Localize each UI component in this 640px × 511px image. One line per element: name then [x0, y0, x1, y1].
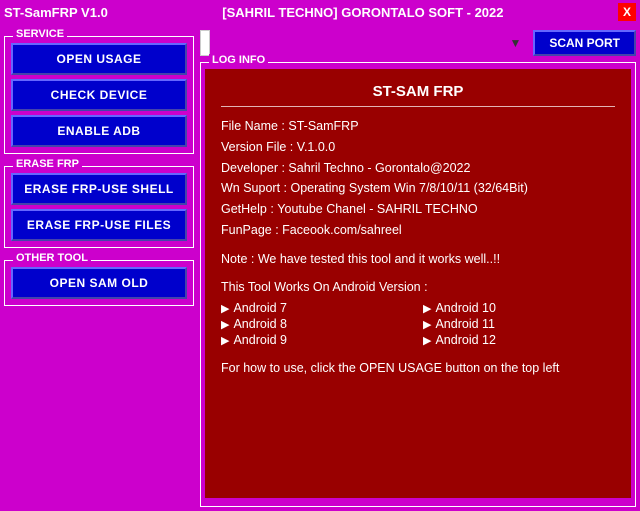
- get-help-label: GetHelp :: [221, 202, 274, 216]
- file-name-value: ST-SamFRP: [288, 119, 358, 133]
- other-tool-group: OTHER TOOL OPEN SAM OLD: [4, 260, 194, 306]
- android-grid: ▶ Android 7 ▶ Android 10 ▶ Android 8 ▶: [221, 301, 615, 347]
- android-label-2: Android 8: [233, 317, 287, 331]
- left-panel: SERVICE OPEN USAGE CHECK DEVICE ENABLE A…: [4, 28, 194, 507]
- log-content: ST-SAM FRP File Name : ST-SamFRP Version…: [205, 69, 631, 498]
- android-item-2: ▶ Android 8: [221, 317, 413, 331]
- note-section: Note : We have tested this tool and it w…: [221, 250, 615, 269]
- log-divider: [221, 106, 615, 107]
- erase-frp-group-label: ERASE FRP: [13, 158, 82, 170]
- log-version-file: Version File : V.1.0.0: [221, 138, 615, 157]
- fun-page-label: FunPage :: [221, 223, 279, 237]
- android-item-1: ▶ Android 10: [423, 301, 615, 315]
- version-file-label: Version File :: [221, 140, 293, 154]
- open-sam-old-button[interactable]: OPEN SAM OLD: [11, 267, 187, 299]
- scan-port-button[interactable]: SCAN PORT: [533, 30, 636, 56]
- main-container: SERVICE OPEN USAGE CHECK DEVICE ENABLE A…: [0, 24, 640, 511]
- android-title: This Tool Works On Android Version :: [221, 278, 615, 297]
- log-developer: Developer : Sahril Techno - Gorontalo@20…: [221, 159, 615, 178]
- android-item-5: ▶ Android 12: [423, 333, 615, 347]
- log-wn-suport: Wn Suport : Operating System Win 7/8/10/…: [221, 179, 615, 198]
- android-item-4: ▶ Android 9: [221, 333, 413, 347]
- open-usage-button[interactable]: OPEN USAGE: [11, 43, 187, 75]
- arrow-icon-0: ▶: [221, 302, 229, 315]
- android-label-5: Android 12: [435, 333, 495, 347]
- android-label-0: Android 7: [233, 301, 287, 315]
- right-panel: ▼ SCAN PORT LOG INFO ST-SAM FRP File Nam…: [200, 28, 636, 507]
- log-info-group: LOG INFO ST-SAM FRP File Name : ST-SamFR…: [200, 62, 636, 507]
- android-label-1: Android 10: [435, 301, 495, 315]
- android-label-3: Android 11: [435, 317, 495, 331]
- port-select[interactable]: [200, 30, 210, 56]
- arrow-icon-1: ▶: [423, 302, 431, 315]
- file-name-label: File Name :: [221, 119, 285, 133]
- service-group: SERVICE OPEN USAGE CHECK DEVICE ENABLE A…: [4, 36, 194, 154]
- title-bar-center: [SAHRIL TECHNO] GORONTALO SOFT - 2022: [108, 5, 618, 20]
- get-help-value: Youtube Chanel - SAHRIL TECHNO: [277, 202, 477, 216]
- android-label-4: Android 9: [233, 333, 287, 347]
- port-select-wrapper: ▼: [200, 30, 527, 56]
- log-info-label: LOG INFO: [209, 54, 268, 66]
- other-tool-group-label: OTHER TOOL: [13, 252, 91, 264]
- title-bar-left: ST-SamFRP V1.0: [4, 5, 108, 20]
- erase-frp-group: ERASE FRP ERASE FRP-USE SHELL ERASE FRP-…: [4, 166, 194, 248]
- log-get-help: GetHelp : Youtube Chanel - SAHRIL TECHNO: [221, 200, 615, 219]
- service-group-label: SERVICE: [13, 28, 67, 40]
- close-button[interactable]: X: [618, 3, 636, 21]
- title-bar: ST-SamFRP V1.0 [SAHRIL TECHNO] GORONTALO…: [0, 0, 640, 24]
- log-fun-page: FunPage : Faceook.com/sahreel: [221, 221, 615, 240]
- arrow-icon-2: ▶: [221, 318, 229, 331]
- dropdown-arrow-icon: ▼: [509, 36, 521, 50]
- arrow-icon-4: ▶: [221, 334, 229, 347]
- log-file-name: File Name : ST-SamFRP: [221, 117, 615, 136]
- note-text: Note : We have tested this tool and it w…: [221, 250, 615, 269]
- developer-value: Sahril Techno - Gorontalo@2022: [288, 161, 470, 175]
- footer-note: For how to use, click the OPEN USAGE but…: [221, 359, 615, 378]
- android-section: This Tool Works On Android Version : ▶ A…: [221, 278, 615, 347]
- developer-label: Developer :: [221, 161, 285, 175]
- android-item-3: ▶ Android 11: [423, 317, 615, 331]
- version-file-value: V.1.0.0: [297, 140, 335, 154]
- erase-frp-shell-button[interactable]: ERASE FRP-USE SHELL: [11, 173, 187, 205]
- fun-page-value: Faceook.com/sahreel: [282, 223, 402, 237]
- wn-suport-value: Operating System Win 7/8/10/11 (32/64Bit…: [290, 181, 527, 195]
- arrow-icon-5: ▶: [423, 334, 431, 347]
- check-device-button[interactable]: CHECK DEVICE: [11, 79, 187, 111]
- log-title: ST-SAM FRP: [221, 83, 615, 100]
- wn-suport-label: Wn Suport :: [221, 181, 287, 195]
- arrow-icon-3: ▶: [423, 318, 431, 331]
- footer-text: For how to use, click the OPEN USAGE but…: [221, 359, 615, 378]
- enable-adb-button[interactable]: ENABLE ADB: [11, 115, 187, 147]
- erase-frp-files-button[interactable]: ERASE FRP-USE FILES: [11, 209, 187, 241]
- android-item-0: ▶ Android 7: [221, 301, 413, 315]
